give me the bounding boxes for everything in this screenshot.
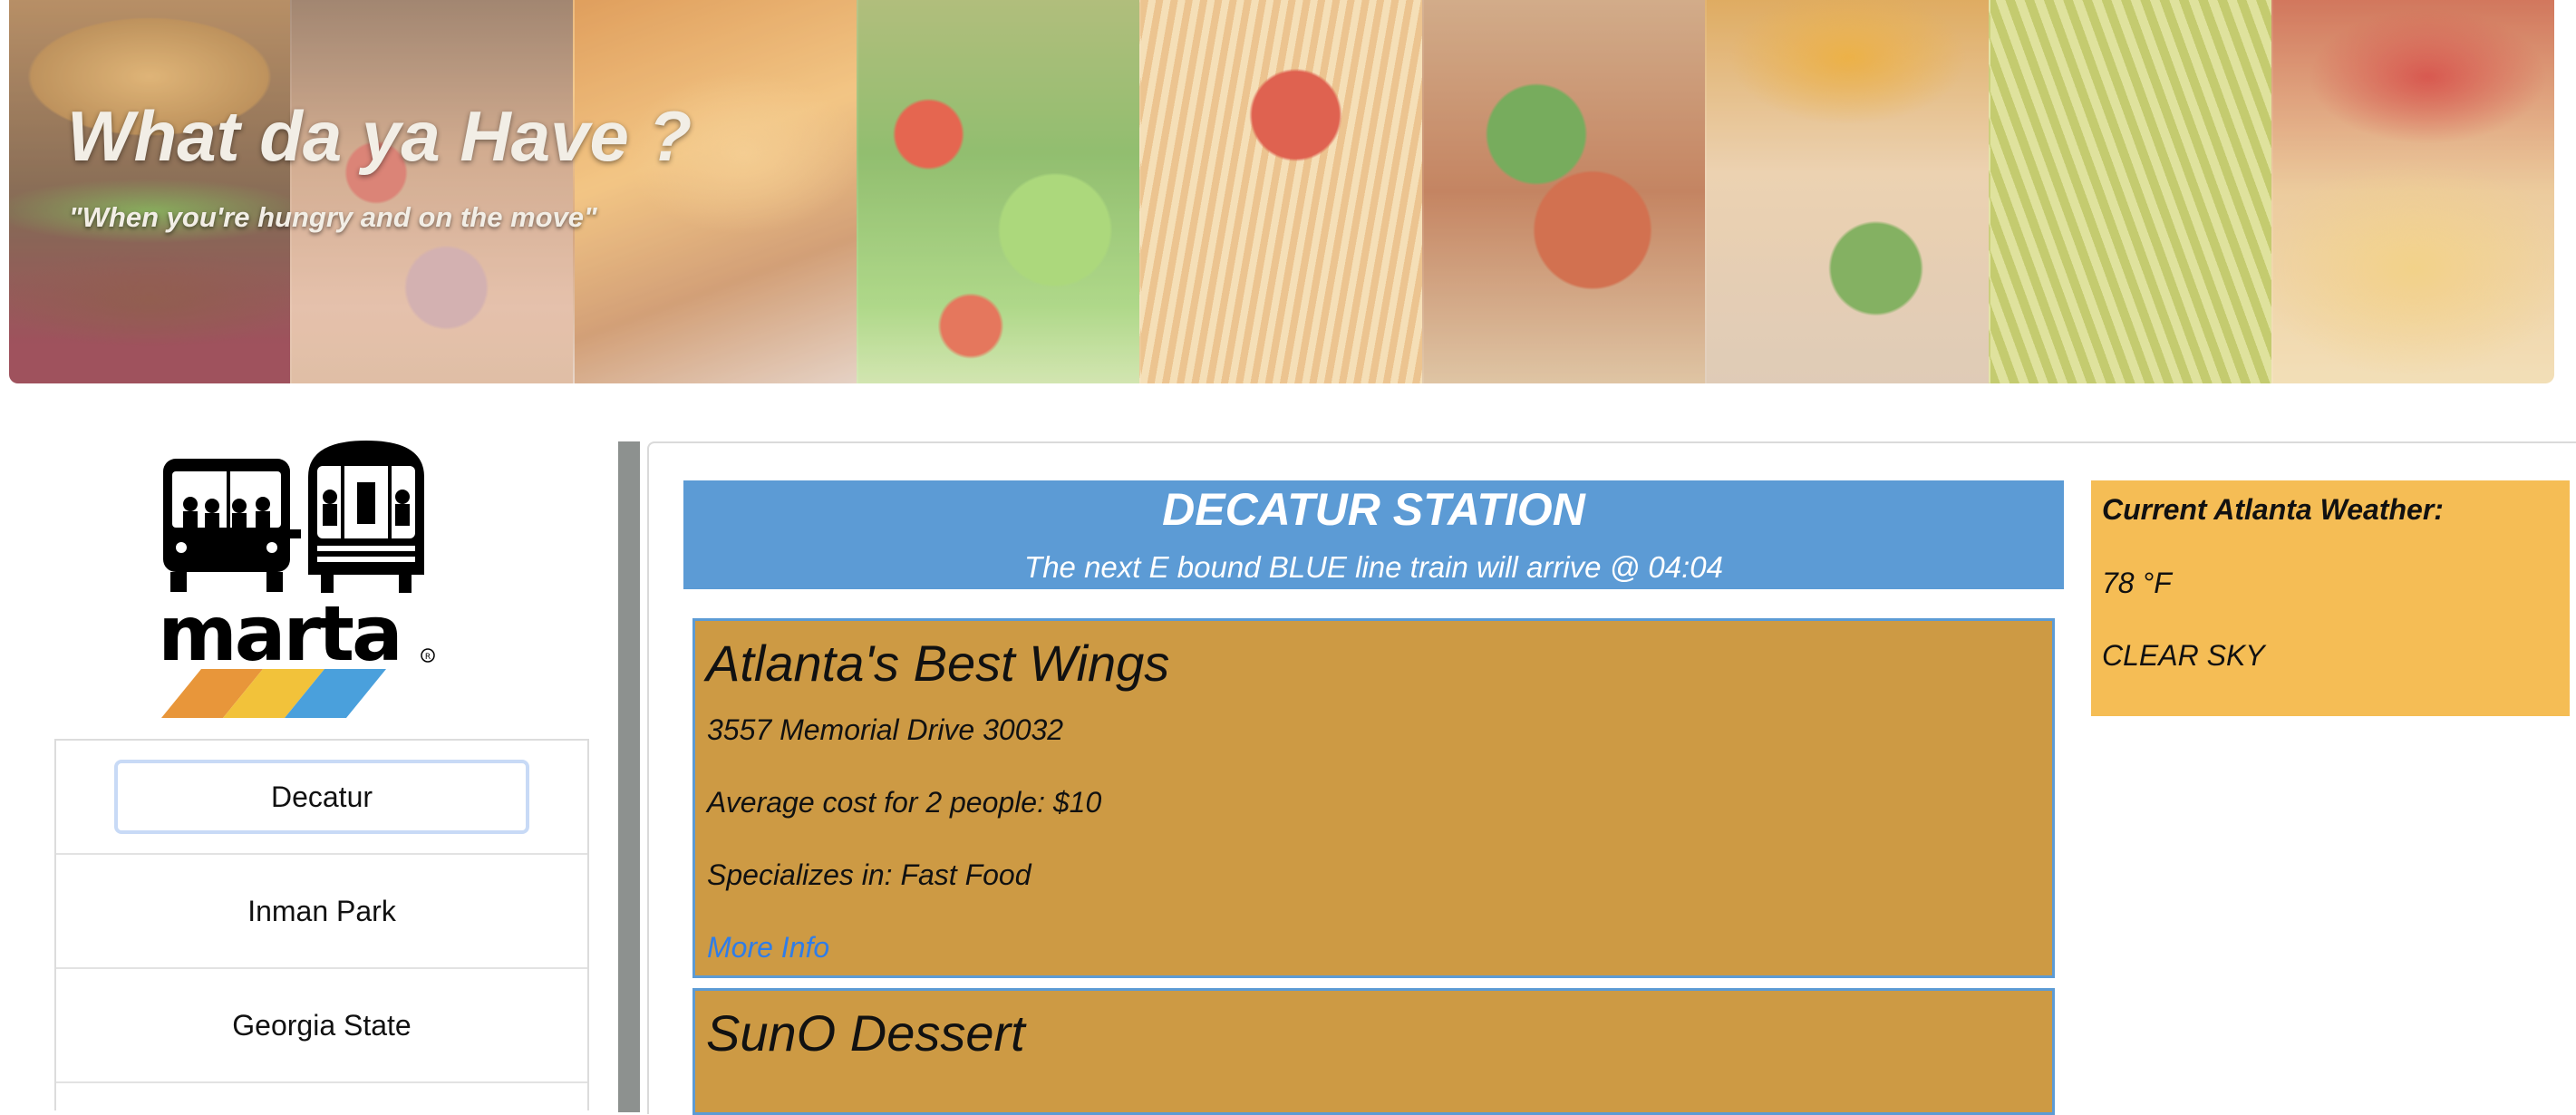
hero-title: What da ya Have ?: [67, 96, 692, 176]
station-label: Inman Park: [247, 894, 396, 927]
fish-photo: [1705, 0, 1989, 383]
restaurant-card: SunO Dessert: [692, 988, 2055, 1115]
restaurant-specialty: Specializes in: Fast Food: [707, 858, 1031, 891]
station-button-decatur[interactable]: Decatur: [114, 760, 529, 834]
hero-banner: What da ya Have ? "When you're hungry an…: [9, 0, 2554, 383]
restaurant-address: 3557 Memorial Drive 30032: [707, 713, 1064, 746]
bus-icon: [163, 459, 290, 592]
spaghetti-photo: [1138, 0, 1423, 383]
station-list: Decatur Inman Park Georgia State: [54, 739, 589, 1110]
svg-text:R: R: [425, 653, 431, 662]
hero-tagline: "When you're hungry and on the move": [69, 201, 597, 233]
weather-heading: Current Atlanta Weather:: [2102, 493, 2444, 526]
station-item-inman-park[interactable]: Inman Park: [56, 855, 587, 969]
pasta-photo: [1988, 0, 2271, 383]
meat-dish-photo: [1422, 0, 1706, 383]
weather-condition: CLEAR SKY: [2102, 639, 2265, 672]
station-item-georgia-state[interactable]: Georgia State: [56, 969, 587, 1083]
restaurant-cost: Average cost for 2 people: $10: [707, 786, 1102, 819]
burger-photo: [9, 0, 291, 383]
weather-panel: Current Atlanta Weather: 78 °F CLEAR SKY: [2091, 480, 2570, 716]
restaurant-card: Atlanta's Best Wings 3557 Memorial Drive…: [692, 618, 2055, 978]
station-header: DECATUR STATION The next E bound BLUE li…: [683, 480, 2064, 589]
chicken-photo: [573, 0, 857, 383]
station-name: DECATUR STATION: [1162, 484, 1585, 535]
weather-temperature: 78 °F: [2102, 567, 2172, 599]
pasta-sauce-photo: [2271, 0, 2554, 383]
marta-logo: marta R: [158, 441, 435, 718]
more-info-link[interactable]: More Info: [707, 931, 829, 965]
restaurant-name: Atlanta's Best Wings: [706, 635, 1170, 692]
station-label: Georgia State: [232, 1008, 412, 1042]
marta-wordmark: marta: [158, 589, 400, 678]
panel-divider: [618, 441, 640, 1112]
restaurant-name: SunO Dessert: [706, 1004, 1025, 1062]
train-arrival-info: The next E bound BLUE line train will ar…: [1024, 550, 1723, 584]
pizza-photo: [290, 0, 574, 383]
station-item-decatur[interactable]: Decatur: [56, 741, 587, 855]
salad-photo: [856, 0, 1140, 383]
train-icon: [308, 441, 424, 593]
